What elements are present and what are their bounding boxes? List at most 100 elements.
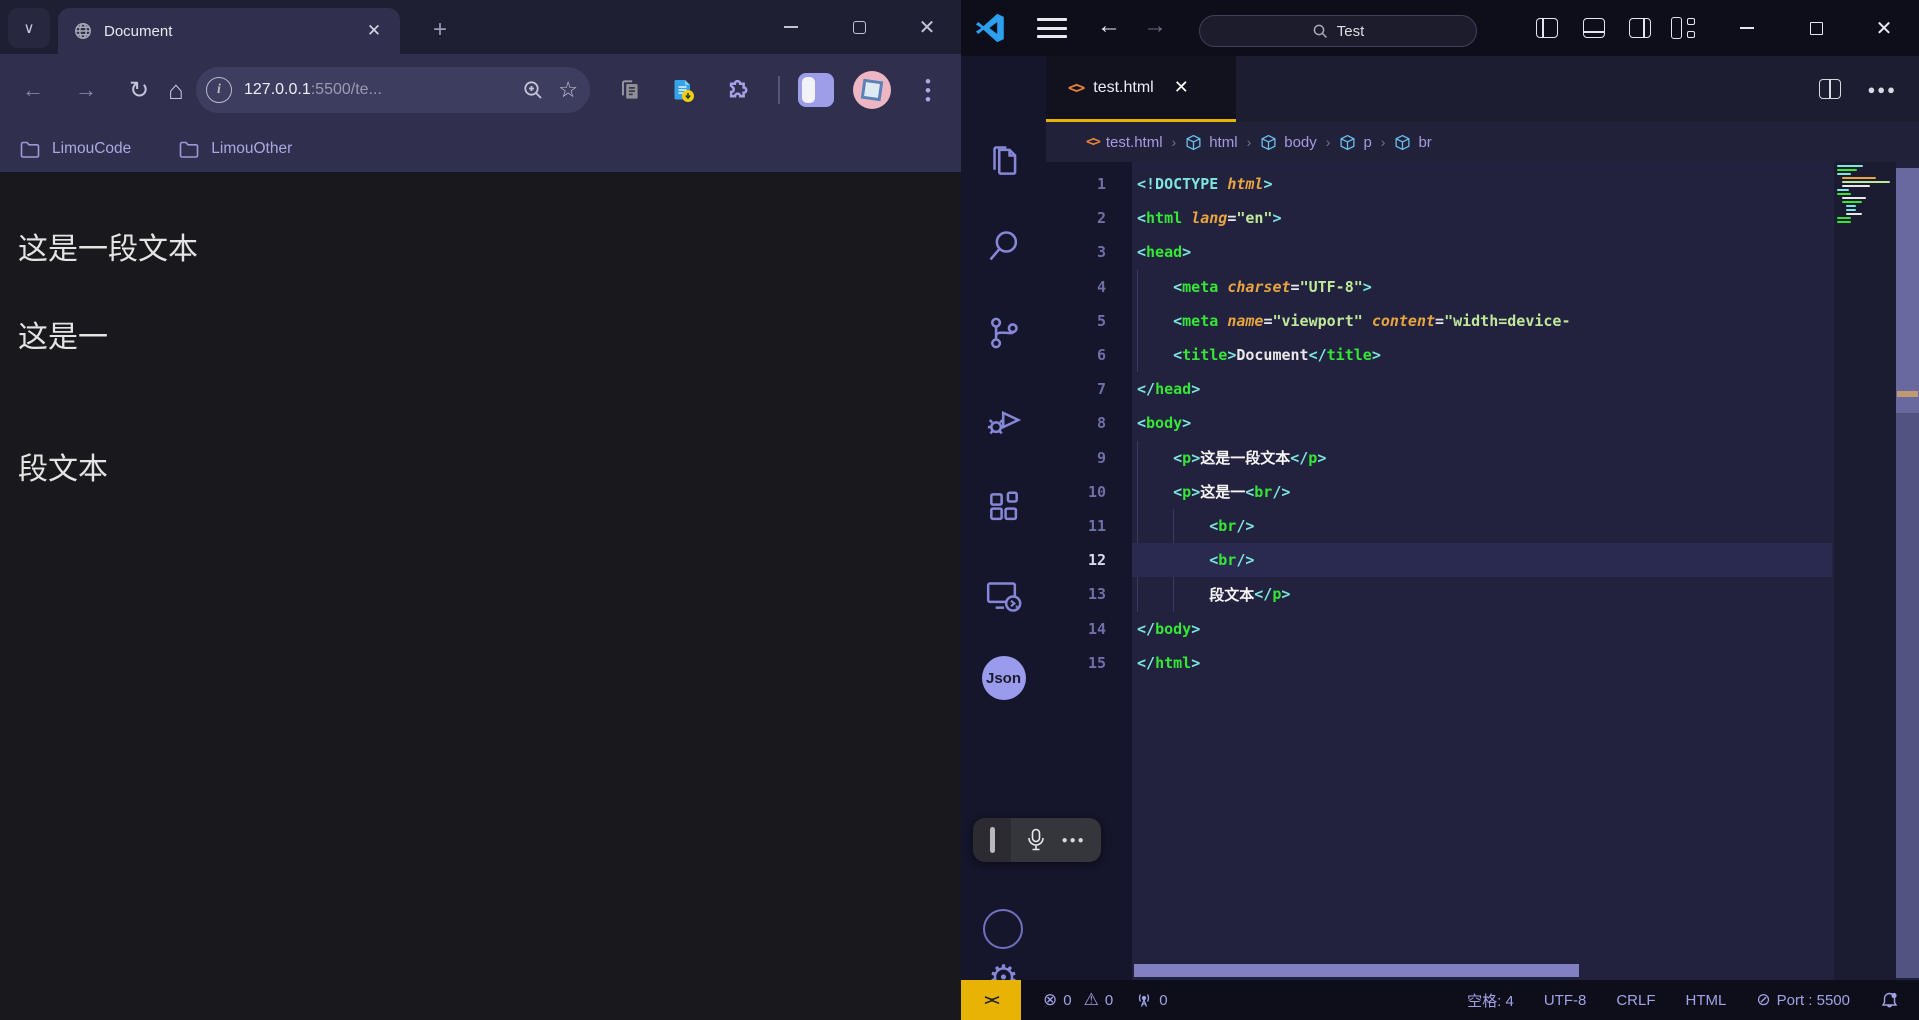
line-number: 4 [1046,278,1132,296]
vscode-minimize-button[interactable] [1724,0,1770,56]
remote-indicator[interactable]: >< [961,980,1021,1020]
close-button[interactable]: ✕ [893,0,961,54]
minimap[interactable] [1834,162,1896,980]
browser-tab-document[interactable]: Document ✕ [58,8,400,54]
code-line-15[interactable]: 15</html> [1046,646,1832,680]
notifications-bell[interactable] [1880,991,1899,1010]
account-icon[interactable] [983,909,1023,949]
customize-layout-icon[interactable] [1671,17,1695,39]
code-line-8[interactable]: 8<body> [1046,406,1832,440]
code-line-9[interactable]: 9 <p>这是一段文本</p> [1046,441,1832,475]
toggle-sidebar-icon[interactable] [1536,18,1558,38]
code-line-5[interactable]: 5 <meta name="viewport" content="width=d… [1046,304,1832,338]
breadcrumb-separator: › [1172,134,1177,150]
breadcrumb-p[interactable]: p [1339,134,1371,151]
line-content: </html> [1132,646,1832,680]
nav-back-button[interactable]: ← [1093,12,1125,40]
code-line-6[interactable]: 6 <title>Document</title> [1046,338,1832,372]
horizontal-scrollbar[interactable] [1134,964,1579,977]
browser-titlebar: ∨ Document ✕ + ✕ [0,0,961,54]
toggle-panel-icon[interactable] [1583,18,1605,38]
indentation-status[interactable]: 空格: 4 [1467,990,1514,1011]
search-sidebar-icon[interactable] [985,227,1023,265]
profile-avatar[interactable] [853,71,891,109]
reading-list-extension-icon[interactable] [611,71,649,109]
breadcrumb-html[interactable]: html [1185,134,1237,151]
maximize-button[interactable] [825,0,893,54]
code-line-3[interactable]: 3<head> [1046,235,1832,269]
vertical-scrollbar[interactable] [1896,168,1919,978]
tab-title: Document [104,23,362,40]
language-mode-status[interactable]: HTML [1686,992,1727,1009]
bookmark-star-icon[interactable]: ☆ [558,77,578,103]
bookmark-limouother[interactable]: LimouOther [179,140,292,158]
download-document-extension-icon[interactable] [664,71,702,109]
side-panel-button[interactable] [798,73,834,107]
live-server-port-status[interactable]: ⊘ Port : 5500 [1756,990,1850,1010]
home-button[interactable]: ⌂ [157,71,195,109]
search-value: Test [1337,23,1365,40]
toggle-secondary-sidebar-icon[interactable] [1629,18,1651,38]
breadcrumb-body[interactable]: body [1260,134,1317,151]
more-actions-icon[interactable]: ●●● [1867,82,1897,97]
problems-status[interactable]: ⊗ 0 ⚠ 0 [1043,990,1113,1010]
code-line-7[interactable]: 7</head> [1046,372,1832,406]
code-line-4[interactable]: 4 <meta charset="UTF-8"> [1046,270,1832,304]
json-extension-badge[interactable]: Json [982,656,1026,700]
eol-status[interactable]: CRLF [1616,992,1655,1009]
source-control-icon[interactable] [985,314,1023,352]
ports-status[interactable]: 0 [1135,991,1167,1009]
nav-forward-button[interactable]: → [1139,12,1171,40]
code-line-11[interactable]: 11 <br/> [1046,509,1832,543]
forward-button[interactable]: → [67,71,105,109]
encoding-status[interactable]: UTF-8 [1544,992,1587,1009]
breadcrumb-br[interactable]: br [1394,134,1431,151]
code-line-1[interactable]: 1<!DOCTYPE html> [1046,167,1832,201]
maximize-icon [853,21,866,34]
line-number: 12 [1046,551,1132,569]
json-badge-label: Json [982,656,1026,700]
split-editor-icon[interactable] [1819,79,1841,99]
breadcrumb-file[interactable]: <> test.html [1086,134,1163,151]
code-line-2[interactable]: 2<html lang="en"> [1046,201,1832,235]
reload-button[interactable]: ↻ [120,71,158,109]
site-info-icon[interactable]: i [206,77,232,103]
vscode-close-button[interactable]: ✕ [1861,0,1907,56]
breadcrumb-separator: › [1247,134,1252,150]
search-icon [1312,23,1328,39]
code-editor[interactable]: 1<!DOCTYPE html>2<html lang="en">3<head>… [1046,162,1919,980]
command-search-box[interactable]: Test [1199,15,1477,47]
extensions-icon[interactable] [985,488,1023,526]
code-line-13[interactable]: 13 段文本</p> [1046,577,1832,611]
menu-hamburger-icon[interactable] [1037,18,1067,38]
explorer-icon[interactable] [985,142,1023,180]
bookmark-label: LimouOther [211,140,292,158]
code-line-10[interactable]: 10 <p>这是一<br/> [1046,475,1832,509]
scrollbar-thumb[interactable] [1896,168,1919,413]
radio-tower-icon [1135,991,1153,1009]
bookmark-limoucode[interactable]: LimouCode [20,140,131,158]
mic-widget-handle[interactable] [973,818,1011,862]
microphone-icon[interactable] [1026,828,1046,852]
page-paragraph-1: 这是一段文本 [18,228,961,272]
remote-explorer-icon[interactable] [984,576,1024,616]
back-button[interactable]: ← [14,71,52,109]
browser-menu-button[interactable]: ••• [916,77,940,104]
zoom-icon[interactable] [522,79,544,101]
line-content: <body> [1132,406,1832,440]
url-text[interactable]: 127.0.0.1:5500/te... [244,81,522,99]
vscode-maximize-button[interactable] [1793,0,1839,56]
voice-mic-widget[interactable]: ●●● [973,818,1101,862]
url-bar[interactable]: i 127.0.0.1:5500/te... ☆ [196,67,590,113]
tab-test-html[interactable]: <> test.html ✕ [1046,56,1236,122]
mic-more-icon[interactable]: ●●● [1062,835,1086,846]
code-line-14[interactable]: 14</body> [1046,611,1832,645]
tab-search-button[interactable]: ∨ [8,8,50,48]
new-tab-button[interactable]: + [424,14,456,46]
run-debug-icon[interactable] [985,401,1023,439]
code-line-12[interactable]: 12 <br/> [1046,543,1832,577]
tab-close-icon[interactable]: ✕ [362,19,386,43]
minimize-button[interactable] [757,0,825,54]
extensions-puzzle-icon[interactable] [719,71,757,109]
tab-close-icon[interactable]: ✕ [1174,77,1189,98]
